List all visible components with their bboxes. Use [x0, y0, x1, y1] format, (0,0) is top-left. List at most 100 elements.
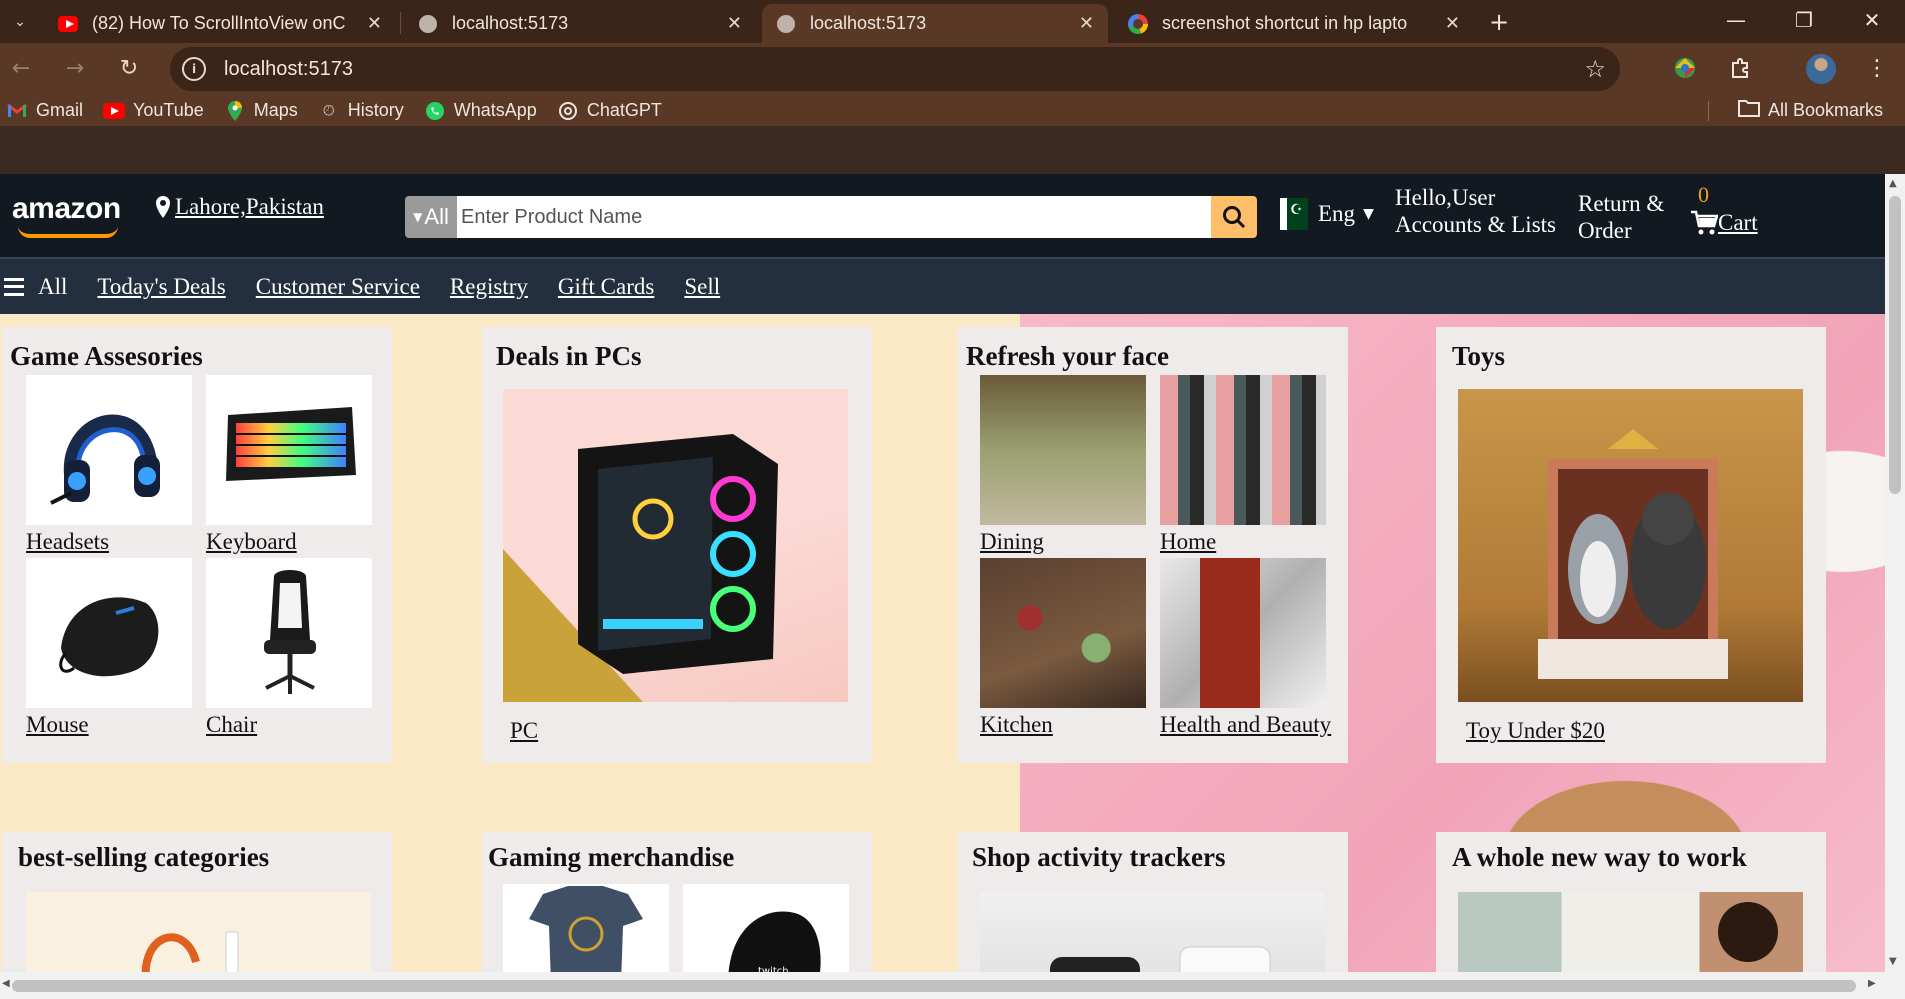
extension-colorful-icon[interactable] — [1668, 51, 1702, 85]
tile-label: Mouse — [26, 712, 89, 737]
close-window-button[interactable]: ✕ — [1838, 0, 1905, 40]
extensions-puzzle-icon[interactable] — [1724, 51, 1758, 85]
tab-google-search[interactable]: screenshot shortcut in hp lapto ✕ — [1114, 4, 1474, 43]
minimize-button[interactable]: — — [1702, 0, 1770, 40]
tab-divider — [400, 12, 401, 34]
bookmark-history[interactable]: 🕘︎ History — [318, 100, 404, 121]
tile-headsets[interactable]: Headsets — [26, 375, 192, 555]
search-category-select[interactable]: ▼ All — [405, 196, 457, 238]
horizontal-scrollbar[interactable]: ◀ ▶ — [0, 972, 1905, 999]
bookmark-label: History — [347, 100, 404, 120]
returns-line-1: Return & — [1578, 191, 1665, 216]
account-menu[interactable]: Hello,User Accounts & Lists — [1395, 184, 1556, 238]
tile-label: Dining — [980, 529, 1044, 554]
search-input[interactable] — [457, 196, 1211, 238]
reload-button[interactable]: ↻ — [110, 49, 148, 87]
bookmark-maps[interactable]: Maps — [224, 100, 298, 121]
nav-all-button[interactable]: All — [4, 274, 67, 300]
card-title: Gaming merchandise — [488, 842, 735, 872]
close-tab-icon[interactable]: ✕ — [727, 13, 742, 34]
tab-search-chevron-icon[interactable]: ⌄ — [6, 8, 34, 36]
tile-keyboard[interactable]: Keyboard — [206, 375, 372, 555]
scroll-down-arrow-icon[interactable]: ▼ — [1889, 956, 1897, 967]
youtube-icon — [103, 102, 126, 120]
search-bar: ▼ All — [405, 196, 1257, 238]
pakistan-flag-icon — [1280, 198, 1308, 230]
close-tab-icon[interactable]: ✕ — [1079, 13, 1094, 34]
dining-image — [980, 375, 1146, 525]
tile-kitchen[interactable]: Kitchen — [980, 558, 1146, 738]
bookmark-label: Gmail — [36, 100, 84, 120]
category-nav: All Today's Deals Customer Service Regis… — [0, 257, 1885, 314]
tile-mouse[interactable]: Mouse — [26, 558, 192, 738]
card-title: Toys — [1452, 341, 1506, 371]
tile-dining[interactable]: Dining — [980, 375, 1146, 555]
forward-button[interactable]: → — [56, 49, 94, 87]
tile-label: Kitchen — [980, 712, 1053, 737]
new-tab-button[interactable]: + — [1483, 6, 1515, 38]
close-tab-icon[interactable]: ✕ — [1445, 13, 1460, 34]
nav-sell[interactable]: Sell — [684, 274, 720, 300]
all-bookmarks-button[interactable]: All Bookmarks — [1738, 95, 1883, 126]
card-refresh-face: Refresh your face Dining Home Kitchen He… — [958, 327, 1348, 763]
best-selling-image[interactable] — [26, 892, 371, 972]
profile-avatar[interactable] — [1806, 54, 1836, 84]
history-icon: 🕘︎ — [323, 102, 335, 119]
cart-icon — [1691, 210, 1718, 235]
card-toys: Toys Toy Under $20 — [1436, 327, 1826, 763]
pc-image[interactable] — [503, 389, 848, 702]
nav-todays-deals[interactable]: Today's Deals — [97, 274, 225, 300]
address-bar[interactable]: i localhost:5173 ☆ — [170, 47, 1620, 91]
nav-gift-cards[interactable]: Gift Cards — [558, 274, 654, 300]
amazon-logo[interactable]: amazon — [12, 192, 121, 238]
chair-image — [206, 558, 372, 708]
vertical-scroll-thumb[interactable] — [1889, 196, 1901, 494]
back-button[interactable]: ← — [2, 49, 40, 87]
trackers-image[interactable] — [980, 892, 1325, 972]
scroll-right-arrow-icon[interactable]: ▶ — [1868, 978, 1876, 989]
returns-line-2: Order — [1578, 218, 1632, 243]
cap-image[interactable]: twitch — [683, 884, 849, 972]
work-image[interactable] — [1458, 892, 1803, 972]
maps-icon — [224, 100, 246, 121]
vertical-scrollbar[interactable]: ▲ ▼ — [1885, 174, 1905, 972]
tab-localhost-1[interactable]: localhost:5173 ✕ — [404, 4, 756, 43]
bookmark-chatgpt[interactable]: ChatGPT — [557, 100, 662, 121]
returns-orders[interactable]: Return & Order — [1578, 190, 1664, 244]
scroll-up-arrow-icon[interactable]: ▲ — [1889, 178, 1897, 189]
tile-health-beauty[interactable]: Health and Beauty — [1160, 558, 1331, 738]
horizontal-scroll-thumb[interactable] — [12, 980, 1856, 992]
card-title: best-selling categories — [18, 842, 270, 872]
bookmark-star-icon[interactable]: ☆ — [1584, 55, 1606, 83]
tile-home[interactable]: Home — [1160, 375, 1326, 555]
tab-localhost-active[interactable]: localhost:5173 ✕ — [762, 4, 1108, 43]
nav-customer-service[interactable]: Customer Service — [256, 274, 420, 300]
bookmarks-divider — [1708, 101, 1709, 121]
card-gaming-merch: Gaming merchandise twitch — [482, 832, 872, 972]
bookmark-gmail[interactable]: Gmail — [6, 100, 83, 121]
restore-button[interactable]: ❐ — [1770, 0, 1838, 40]
site-info-icon[interactable]: i — [182, 57, 206, 81]
bookmark-label: WhatsApp — [453, 100, 537, 120]
logo-text: amazon — [12, 192, 121, 225]
tshirt-image[interactable] — [503, 884, 669, 972]
bookmark-youtube[interactable]: YouTube — [103, 100, 204, 121]
card-title: A whole new way to work — [1452, 842, 1747, 872]
tab-youtube[interactable]: (82) How To ScrollIntoView onC ✕ — [44, 4, 396, 43]
toys-link[interactable]: Toy Under $20 — [1466, 718, 1605, 744]
nav-registry[interactable]: Registry — [450, 274, 528, 300]
search-button[interactable] — [1211, 196, 1257, 238]
tile-chair[interactable]: Chair — [206, 558, 372, 738]
delivery-location[interactable]: Lahore,Pakistan — [155, 194, 324, 220]
scroll-left-arrow-icon[interactable]: ◀ — [2, 978, 10, 989]
more-menu-icon[interactable]: ⋮ — [1860, 51, 1894, 85]
logo-smile — [18, 226, 118, 238]
pc-link[interactable]: PC — [510, 718, 538, 744]
amazon-header: amazon Lahore,Pakistan ▼ All Eng ▼ Hello… — [0, 174, 1885, 257]
bookmark-whatsapp[interactable]: WhatsApp — [424, 100, 537, 121]
caret-down-icon: ▼ — [1363, 206, 1374, 222]
toys-image[interactable] — [1458, 389, 1803, 702]
bookmarks-bar: Gmail YouTube Maps 🕘︎ History WhatsApp C… — [0, 95, 1905, 126]
language-selector[interactable]: Eng ▼ — [1280, 198, 1374, 230]
close-tab-icon[interactable]: ✕ — [367, 13, 382, 34]
